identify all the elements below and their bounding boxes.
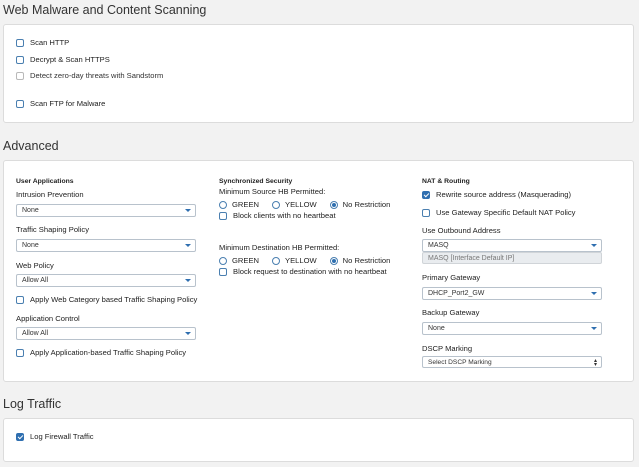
zero-day-row[interactable]: Detect zero-day threats with Sandstorm [16, 71, 163, 80]
advanced-title: Advanced [3, 139, 59, 153]
source-green-radio[interactable] [219, 200, 227, 209]
chevron-down-icon [185, 209, 191, 212]
ips-value: None [22, 207, 39, 214]
decrypt-https-label: Decrypt & Scan HTTPS [30, 55, 110, 64]
min-dest-label: Minimum Destination HB Permitted: [219, 243, 340, 252]
chevron-down-icon [591, 244, 597, 247]
scan-ftp-checkbox[interactable] [16, 99, 24, 108]
source-yellow-option[interactable]: YELLOW [272, 200, 317, 209]
web-policy-select[interactable]: Allow All [16, 274, 196, 287]
gateway-nat-row[interactable]: Use Gateway Specific Default NAT Policy [422, 208, 575, 217]
block-dest-row[interactable]: Block request to destination with no hea… [219, 267, 387, 276]
log-card: Log Firewall Traffic [3, 418, 634, 462]
app-shaping-checkbox[interactable] [16, 348, 24, 357]
dest-none-label: No Restriction [342, 256, 391, 265]
min-source-label: Minimum Source HB Permitted: [219, 187, 326, 196]
outbound-label: Use Outbound Address [422, 226, 501, 235]
dest-none-option[interactable]: No Restriction [329, 256, 391, 265]
tsp-value: None [22, 242, 39, 249]
source-none-option[interactable]: No Restriction [329, 200, 391, 209]
app-shaping-row[interactable]: Apply Application-based Traffic Shaping … [16, 348, 186, 357]
chevron-down-icon [185, 332, 191, 335]
dest-yellow-option[interactable]: YELLOW [272, 256, 317, 265]
scan-http-row[interactable]: Scan HTTP [16, 38, 69, 47]
backup-gw-value: None [428, 325, 445, 332]
dscp-label: DSCP Marking [422, 344, 473, 353]
rewrite-label: Rewrite source address (Masquerading) [436, 190, 572, 199]
tsp-select[interactable]: None [16, 239, 196, 252]
source-yellow-radio[interactable] [272, 200, 281, 209]
source-none-radio[interactable] [329, 200, 338, 209]
dscp-select[interactable]: Select DSCP Marking ▴ ▾ [422, 356, 602, 368]
scan-ftp-label: Scan FTP for Malware [30, 99, 106, 108]
block-dest-checkbox[interactable] [219, 267, 227, 276]
dest-green-label: GREEN [232, 256, 260, 265]
outbound-hint: MASQ [Interface Default IP] [428, 254, 515, 262]
app-control-value: Allow All [22, 330, 49, 337]
app-shaping-label: Apply Application-based Traffic Shaping … [30, 348, 187, 357]
chevron-down-icon [185, 244, 191, 247]
tsp-label: Traffic Shaping Policy [16, 225, 90, 234]
web-cat-label: Apply Web Category based Traffic Shaping… [30, 295, 198, 304]
web-malware-card: Scan HTTP Decrypt & Scan HTTPS Detect ze… [3, 24, 634, 123]
advanced-card: User Applications Intrusion Prevention N… [3, 160, 634, 382]
rewrite-checkbox[interactable] [422, 190, 430, 199]
zero-day-checkbox[interactable] [16, 71, 24, 80]
app-control-select[interactable]: Allow All [16, 327, 196, 340]
app-control-label: Application Control [16, 314, 80, 323]
block-clients-row[interactable]: Block clients with no heartbeat [219, 211, 336, 220]
nat-heading: NAT & Routing [422, 178, 470, 185]
ips-select[interactable]: None [16, 204, 196, 217]
zero-day-label: Detect zero-day threats with Sandstorm [30, 71, 164, 80]
outbound-select[interactable]: MASQ [422, 239, 602, 252]
source-none-label: No Restriction [342, 200, 391, 209]
gateway-nat-checkbox[interactable] [422, 208, 430, 217]
updown-icon: ▴ ▾ [593, 358, 597, 368]
log-firewall-label: Log Firewall Traffic [30, 432, 94, 441]
outbound-value: MASQ [428, 242, 449, 249]
primary-gw-value: DHCP_Port2_GW [428, 290, 485, 297]
block-clients-checkbox[interactable] [219, 211, 227, 220]
log-firewall-checkbox[interactable] [16, 432, 24, 441]
web-policy-label: Web Policy [16, 261, 54, 270]
primary-gw-label: Primary Gateway [422, 273, 481, 282]
gateway-nat-label: Use Gateway Specific Default NAT Policy [436, 208, 576, 217]
user-apps-heading: User Applications [16, 178, 74, 185]
backup-gw-select[interactable]: None [422, 322, 602, 335]
decrypt-https-checkbox[interactable] [16, 55, 24, 64]
dest-green-option[interactable]: GREEN [219, 256, 259, 265]
web-malware-title: Web Malware and Content Scanning [3, 3, 207, 17]
rewrite-row[interactable]: Rewrite source address (Masquerading) [422, 190, 571, 199]
sync-security-heading: Synchronized Security [219, 178, 293, 185]
primary-gw-select[interactable]: DHCP_Port2_GW [422, 287, 602, 300]
source-green-label: GREEN [232, 200, 260, 209]
dscp-value: Select DSCP Marking [428, 358, 492, 366]
block-dest-label: Block request to destination with no hea… [233, 267, 387, 276]
chevron-down-icon [591, 327, 597, 330]
block-clients-label: Block clients with no heartbeat [233, 211, 336, 220]
log-title: Log Traffic [3, 397, 62, 411]
scan-http-checkbox[interactable] [16, 38, 24, 47]
source-green-option[interactable]: GREEN [219, 200, 259, 209]
chevron-down-icon [591, 292, 597, 295]
decrypt-https-row[interactable]: Decrypt & Scan HTTPS [16, 55, 110, 64]
source-radio-group: GREEN YELLOW No Restriction [219, 200, 403, 209]
outbound-hint-field: MASQ [Interface Default IP] [422, 252, 602, 264]
web-policy-value: Allow All [22, 277, 49, 284]
web-cat-checkbox[interactable] [16, 295, 24, 304]
scan-http-label: Scan HTTP [30, 38, 70, 47]
ips-label: Intrusion Prevention [16, 190, 84, 199]
log-firewall-row[interactable]: Log Firewall Traffic [16, 432, 94, 441]
dest-green-radio[interactable] [219, 256, 227, 265]
dest-radio-group: GREEN YELLOW No Restriction [219, 256, 403, 265]
scan-ftp-row[interactable]: Scan FTP for Malware [16, 99, 105, 108]
source-yellow-label: YELLOW [285, 200, 317, 209]
backup-gw-label: Backup Gateway [422, 308, 480, 317]
dest-none-radio[interactable] [329, 256, 338, 265]
dest-yellow-label: YELLOW [285, 256, 317, 265]
dest-yellow-radio[interactable] [272, 256, 281, 265]
web-cat-row[interactable]: Apply Web Category based Traffic Shaping… [16, 295, 197, 304]
chevron-down-icon [185, 279, 191, 282]
